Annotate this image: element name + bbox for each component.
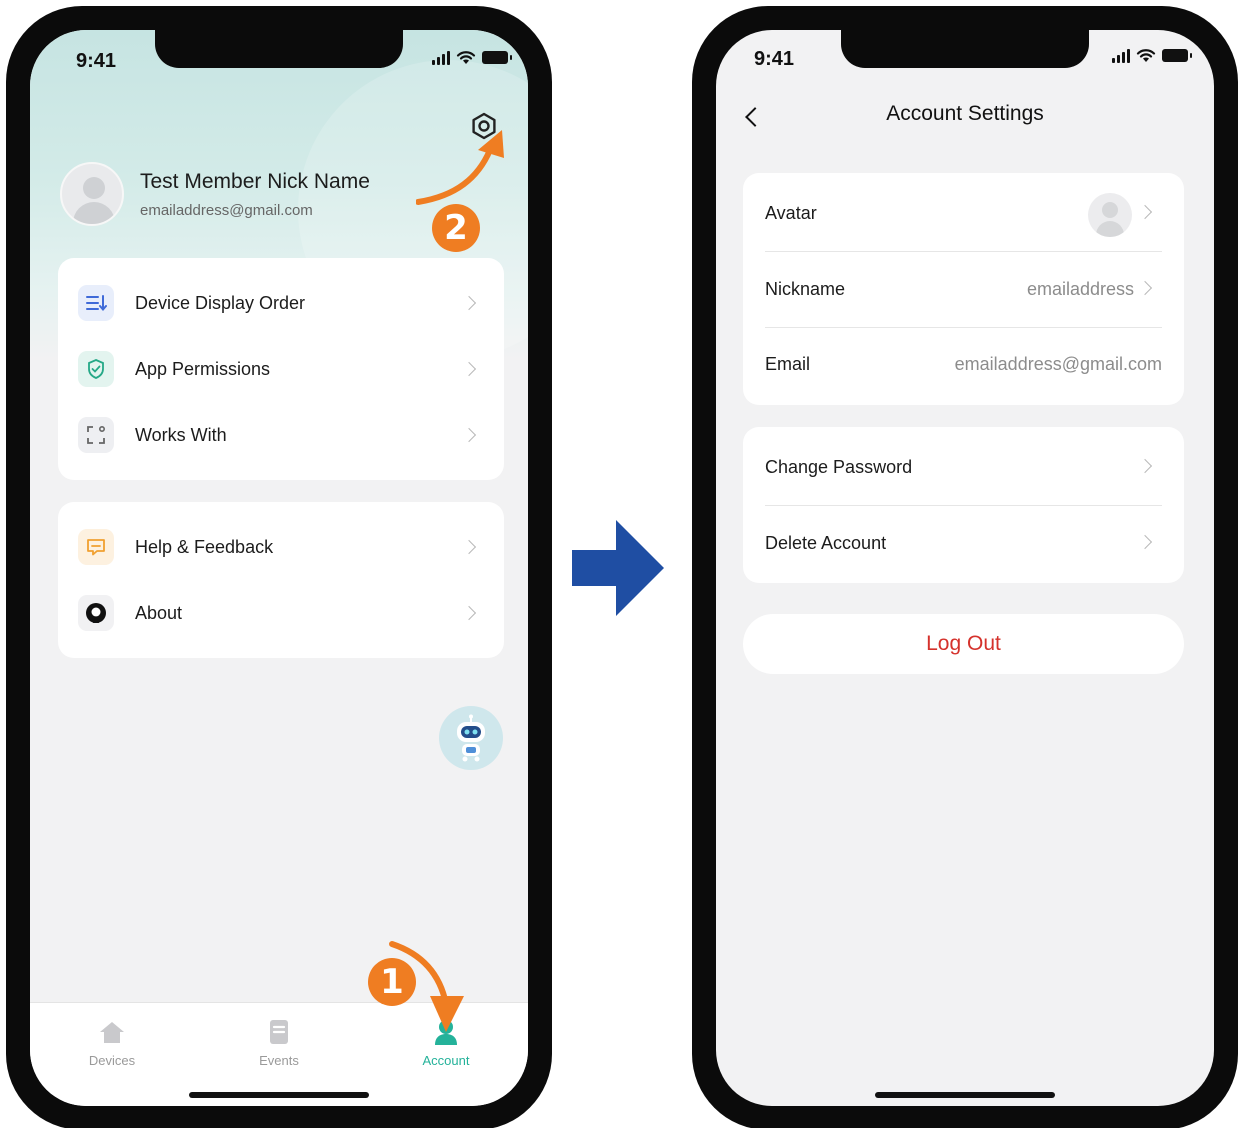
menu-label: App Permissions xyxy=(135,358,271,379)
email-value: emailaddress@gmail.com xyxy=(954,354,1162,374)
message-icon xyxy=(78,529,114,565)
chevron-right-icon xyxy=(461,295,477,311)
row-label: Nickname xyxy=(765,279,846,299)
status-time: 9:41 xyxy=(754,48,795,70)
chevron-right-icon xyxy=(461,427,477,443)
avatar xyxy=(1088,193,1132,237)
notch xyxy=(155,30,403,68)
menu-item-device-display-order[interactable]: Device Display Order xyxy=(58,270,504,336)
app-logo-icon xyxy=(78,595,114,631)
profile-header[interactable]: Test Member Nick Name emailaddress@gmail… xyxy=(60,162,370,226)
chevron-right-icon xyxy=(1137,204,1153,220)
step-2-badge: 2 xyxy=(432,204,480,252)
log-out-button[interactable]: Log Out xyxy=(743,614,1184,674)
profile-settings-card: Avatar Nickname emailaddress Email email… xyxy=(743,173,1184,405)
home-indicator xyxy=(875,1092,1055,1098)
tab-events[interactable]: Events xyxy=(219,1017,339,1068)
home-indicator xyxy=(189,1092,369,1098)
signal-icon xyxy=(1112,48,1130,63)
battery-icon xyxy=(482,51,512,64)
transition-arrow-icon xyxy=(572,520,664,616)
tab-label: Devices xyxy=(88,1053,136,1068)
shield-check-icon xyxy=(78,351,114,387)
battery-icon xyxy=(1162,49,1192,62)
row-label: Email xyxy=(765,354,811,374)
row-label: Change Password xyxy=(765,457,913,477)
events-icon xyxy=(264,1017,294,1047)
email-row: Email emailaddress@gmail.com xyxy=(743,326,1184,402)
delete-account-row[interactable]: Delete Account xyxy=(743,505,1184,581)
account-settings-screen: 9:41 Account Settings Avatar Nickname em… xyxy=(716,30,1214,1106)
home-icon xyxy=(97,1017,127,1047)
wifi-icon xyxy=(1136,49,1156,62)
signal-icon xyxy=(432,50,450,65)
row-label: Avatar xyxy=(765,203,817,223)
status-icons xyxy=(1112,48,1192,63)
avatar xyxy=(60,162,124,226)
status-time: 9:41 xyxy=(76,50,117,72)
chevron-right-icon xyxy=(461,605,477,621)
profile-name: Test Member Nick Name xyxy=(140,169,370,193)
chevron-right-icon xyxy=(461,361,477,377)
annotation-arrow-2 xyxy=(416,130,504,205)
menu-item-works-with[interactable]: Works With xyxy=(58,402,504,468)
tab-label: Events xyxy=(259,1053,299,1068)
menu-card-2: Help & Feedback About xyxy=(58,502,504,658)
chevron-right-icon xyxy=(1137,458,1153,474)
menu-item-app-permissions[interactable]: App Permissions xyxy=(58,336,504,402)
menu-label: Works With xyxy=(135,424,227,445)
nickname-row[interactable]: Nickname emailaddress xyxy=(743,251,1184,327)
scan-frame-icon xyxy=(78,417,114,453)
status-icons xyxy=(432,50,512,65)
account-screen: 9:41 2 Test Member Nick Name emailaddres… xyxy=(30,30,528,1106)
row-label: Delete Account xyxy=(765,533,887,553)
menu-item-help-feedback[interactable]: Help & Feedback xyxy=(58,514,504,580)
security-settings-card: Change Password Delete Account xyxy=(743,427,1184,583)
tab-label: Account xyxy=(422,1053,470,1068)
tab-devices[interactable]: Devices xyxy=(52,1017,172,1068)
assistant-robot-button[interactable] xyxy=(439,706,503,770)
sort-list-icon xyxy=(78,285,114,321)
menu-item-about[interactable]: About xyxy=(58,580,504,646)
step-1-badge: 1 xyxy=(368,958,416,1006)
phone-account-screen: 9:41 2 Test Member Nick Name emailaddres… xyxy=(6,6,552,1128)
wifi-icon xyxy=(456,51,476,64)
menu-label: Device Display Order xyxy=(135,292,306,313)
chevron-right-icon xyxy=(1137,534,1153,550)
menu-label: About xyxy=(135,602,183,623)
avatar-row[interactable]: Avatar xyxy=(743,175,1184,251)
robot-icon xyxy=(457,714,485,762)
nickname-value: emailaddress xyxy=(1026,279,1134,299)
menu-card-1: Device Display Order App Permissions Wor… xyxy=(58,258,504,480)
profile-email: emailaddress@gmail.com xyxy=(140,201,313,219)
chevron-right-icon xyxy=(461,539,477,555)
page-title: Account Settings xyxy=(886,102,1044,125)
phone-account-settings-screen: 9:41 Account Settings Avatar Nickname em… xyxy=(692,6,1238,1128)
menu-label: Help & Feedback xyxy=(135,536,274,557)
chevron-right-icon xyxy=(1137,280,1153,296)
notch xyxy=(841,30,1089,68)
change-password-row[interactable]: Change Password xyxy=(743,429,1184,505)
